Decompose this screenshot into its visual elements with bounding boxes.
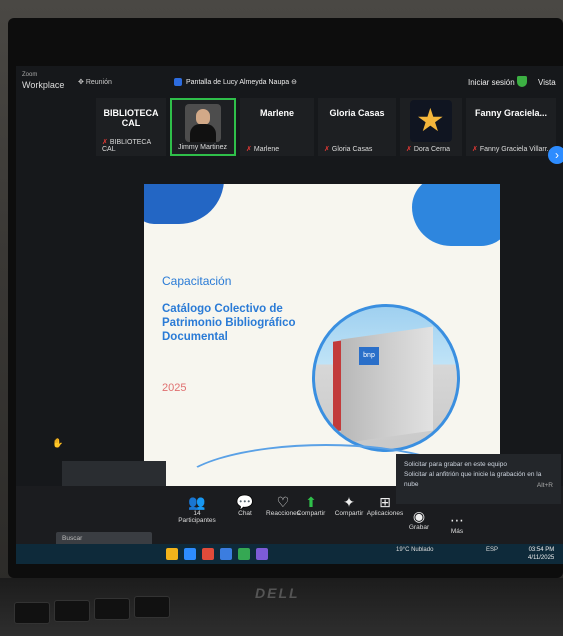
participants-label: Participantes xyxy=(178,517,216,524)
share-title[interactable]: Pantalla de Lucy Almeyda Naupa ⊖ xyxy=(174,78,297,87)
participant-display-name: Fanny Graciela... xyxy=(474,108,548,118)
participant-strip: BIBLIOTECA CAL ✗ BIBLIOTECA CAL Jimmy Mar… xyxy=(96,98,563,156)
mic-muted-icon: ✗ xyxy=(472,146,478,153)
participant-display-name: Gloria Casas xyxy=(329,108,385,118)
more-button[interactable]: ⋯ Más xyxy=(434,512,480,535)
signin-button[interactable]: Iniciar sesión xyxy=(468,78,515,87)
tooltip-shortcut: Alt+R xyxy=(536,482,553,489)
share-badge-icon xyxy=(174,78,182,87)
participant-tile-gloria[interactable]: Gloria Casas ✗ Gloria Casas xyxy=(318,98,396,156)
participant-name-label: Jimmy Martinez xyxy=(178,144,228,151)
clock-date: 4/11/2025 xyxy=(528,555,555,561)
participants-button[interactable]: 👥 14 Participantes xyxy=(174,494,220,524)
laptop-screen: Zoom Workplace ✥ Reunión Pantalla de Luc… xyxy=(16,66,563,564)
file-explorer-icon[interactable] xyxy=(166,548,178,560)
zoom-app-sub: Workplace xyxy=(22,80,65,90)
bnp-logo: bnp xyxy=(359,347,379,365)
zoom-brand: Zoom Workplace xyxy=(22,70,64,90)
building-body xyxy=(341,326,433,444)
notification-popup xyxy=(62,461,166,487)
mic-muted-icon: ✗ xyxy=(102,139,108,146)
meeting-button[interactable]: ✥ Reunión xyxy=(78,78,112,86)
security-shield-icon[interactable] xyxy=(517,76,527,87)
dell-logo: DELL xyxy=(255,585,300,601)
share-options-icon: ⊖ xyxy=(291,79,297,86)
participant-name-label: ✗ Gloria Casas xyxy=(324,146,373,153)
decor-blob xyxy=(144,184,224,224)
participant-tile-fanny[interactable]: Fanny Graciela... ✗ Fanny Graciela Villar… xyxy=(466,98,556,156)
tooltip-line2[interactable]: Solicitar al anfitrión que inicie la gra… xyxy=(404,470,553,490)
app-icon[interactable] xyxy=(256,548,268,560)
view-button[interactable]: Vista xyxy=(538,78,556,87)
mic-muted-icon: ✗ xyxy=(406,146,412,153)
language-indicator[interactable]: ESP xyxy=(486,547,498,553)
participant-tile-jimmy[interactable]: Jimmy Martinez xyxy=(170,98,236,156)
share-title-text: Pantalla de Lucy Almeyda Naupa xyxy=(186,79,290,86)
participant-tile-marlene[interactable]: Marlene ✗ Marlene xyxy=(240,98,314,156)
system-clock[interactable]: 03:54 PM 4/11/2025 xyxy=(528,546,554,562)
meeting-label: Reunión xyxy=(85,79,112,86)
more-icon: ⋯ xyxy=(450,512,464,528)
chrome-icon[interactable] xyxy=(238,548,250,560)
zoom-top-bar: Zoom Workplace ✥ Reunión Pantalla de Luc… xyxy=(16,66,563,96)
zoom-app-name: Zoom xyxy=(22,72,38,78)
next-participants-arrow-icon[interactable]: › xyxy=(548,146,563,164)
participant-name-label: ✗ Dora Cerna xyxy=(406,146,451,153)
participant-tile-biblioteca[interactable]: BIBLIOTECA CAL ✗ BIBLIOTECA CAL xyxy=(96,98,166,156)
slide-subtitle: Catálogo Colectivo de Patrimonio Bibliog… xyxy=(162,303,296,343)
clock-time: 03:54 PM xyxy=(528,547,555,553)
participant-name-label: ✗ Marlene xyxy=(246,146,280,153)
record-tooltip: Solicitar para grabar en este equipo Sol… xyxy=(396,454,561,504)
office-icon[interactable] xyxy=(202,548,214,560)
weather-status[interactable]: 19°C Nublado xyxy=(396,547,433,553)
keyboard-key xyxy=(94,598,130,620)
keyboard-key xyxy=(14,602,50,624)
mic-muted-icon: ✗ xyxy=(324,146,330,153)
person-body xyxy=(190,124,216,142)
star-icon: ★ xyxy=(416,102,445,138)
tooltip-line1[interactable]: Solicitar para grabar en este equipo xyxy=(404,460,553,470)
windows-taskbar: 19°C Nublado ESP 03:54 PM 4/11/2025 xyxy=(16,544,563,564)
keyboard-key xyxy=(134,596,170,618)
slide-year: 2025 xyxy=(162,382,187,394)
participant-display-name: Marlene xyxy=(259,108,294,118)
decor-blob xyxy=(412,184,500,246)
library-building-image: bnp xyxy=(312,304,460,452)
participant-tile-dora[interactable]: ★ ✗ Dora Cerna xyxy=(400,98,462,156)
more-label: Más xyxy=(450,528,464,535)
participant-name-label: ✗ BIBLIOTECA CAL xyxy=(102,139,151,153)
meeting-icon: ✥ xyxy=(78,79,86,86)
person-head xyxy=(196,109,210,125)
video-feed xyxy=(185,104,221,142)
slide-title: Capacitación xyxy=(162,274,232,288)
keyboard-key xyxy=(54,600,90,622)
zoom-taskbar-icon[interactable] xyxy=(220,548,232,560)
edge-icon[interactable] xyxy=(184,548,196,560)
profile-picture: ★ xyxy=(410,100,452,142)
raise-hand-icon[interactable]: ✋ xyxy=(52,438,63,449)
participants-icon: 👥 xyxy=(188,494,206,510)
participants-count: 14 xyxy=(193,510,201,517)
participant-name-label: ✗ Fanny Graciela Villarr... xyxy=(472,146,553,153)
mic-muted-icon: ✗ xyxy=(246,146,252,153)
participant-display-name: BIBLIOTECA CAL xyxy=(103,108,159,128)
